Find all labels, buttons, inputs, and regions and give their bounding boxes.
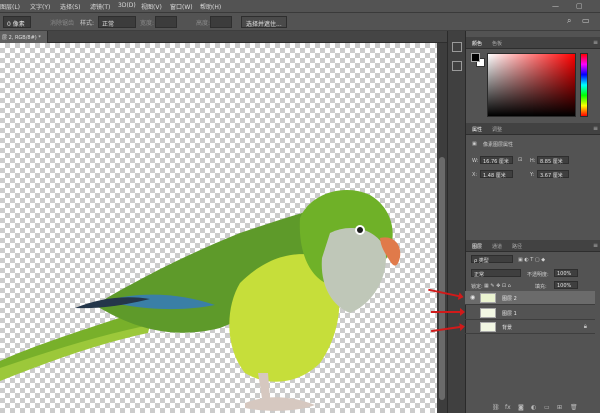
layer-name[interactable]: 图层 2 <box>502 295 517 302</box>
menu-layer[interactable]: 图层(L) <box>0 2 20 11</box>
menu-type[interactable]: 文字(Y) <box>30 2 50 11</box>
panel-menu-icon[interactable]: ≡ <box>593 39 598 46</box>
annotation-arrow <box>431 308 465 316</box>
width-value[interactable]: 16.76 厘米 <box>480 156 513 165</box>
layer-thumbnail <box>480 308 496 318</box>
tab-channels[interactable]: 通道 <box>492 243 502 250</box>
opacity-field[interactable]: 100% <box>554 269 578 277</box>
lock-label: 锁定: <box>471 284 483 290</box>
collapsed-panel-strip <box>447 31 465 413</box>
canvas[interactable] <box>0 43 437 413</box>
maximize-button[interactable]: ▢ <box>576 2 583 10</box>
blend-mode-dropdown[interactable]: 正常 <box>471 269 521 278</box>
pixel-layer-icon: ▣ <box>472 141 477 147</box>
width-label: W: <box>472 158 479 164</box>
layer-name[interactable]: 图层 1 <box>502 310 517 317</box>
document-tab[interactable]: 层 2, RGB/8#) * <box>0 31 48 43</box>
document-tab-title: 层 2, RGB/8#) * <box>2 35 41 41</box>
menu-3d[interactable]: 3D(D) <box>118 2 136 9</box>
adjustment-icon[interactable]: ◐ <box>531 404 536 411</box>
tab-properties[interactable]: 属性 <box>472 126 482 133</box>
folder-icon[interactable]: ▭ <box>544 404 550 411</box>
y-label: Y: <box>530 172 535 178</box>
color-picker-field[interactable] <box>487 53 576 117</box>
height-label: H: <box>530 158 536 164</box>
height-label: 高度: <box>196 20 211 27</box>
select-and-mask-button[interactable]: 选择并遮住... <box>241 16 287 28</box>
layer-row[interactable]: 图层 1 <box>465 306 595 320</box>
search-icon[interactable]: ⌕ <box>567 16 571 26</box>
tab-adjustments[interactable]: 调整 <box>492 126 502 133</box>
lock-icon: 🔒︎ <box>583 323 587 330</box>
tab-swatches[interactable]: 色板 <box>492 40 502 47</box>
foreground-color-swatch[interactable] <box>471 53 480 62</box>
layer-name[interactable]: 背景 <box>502 324 512 331</box>
panel-menu-icon[interactable]: ≡ <box>593 242 598 249</box>
minimize-button[interactable]: — <box>552 2 559 10</box>
layer-filter-dropdown[interactable]: ρ 类型 <box>471 255 513 264</box>
properties-panel-header: 属性 调整 ≡ <box>466 123 600 135</box>
x-value[interactable]: 1.48 厘米 <box>480 170 513 179</box>
tab-color[interactable]: 颜色 <box>472 40 482 47</box>
y-value[interactable]: 3.67 厘米 <box>537 170 569 179</box>
workspace-icon[interactable]: ▭ <box>582 16 590 25</box>
filter-icons[interactable]: ▣ ◐ T ▢ ◆ <box>518 257 545 263</box>
mask-icon[interactable]: ◙ <box>518 404 524 411</box>
height-value[interactable]: 8.85 厘米 <box>537 156 569 165</box>
lock-icons[interactable]: ▦ ✎ ✥ ⊡ ⌂ <box>484 283 511 289</box>
layer-row[interactable]: 背景 🔒︎ <box>465 320 595 334</box>
color-panel-header: 颜色 色板 ≡ <box>466 37 600 49</box>
options-bar: 0 像素 消除锯齿 样式: 正常 宽度: 高度: 选择并遮住... ⌕ ▭ <box>0 13 600 31</box>
style-label: 样式: <box>80 20 95 27</box>
menu-window[interactable]: 窗口(W) <box>170 2 193 11</box>
layer-thumbnail <box>480 293 496 303</box>
feather-field[interactable]: 0 像素 <box>3 16 31 28</box>
visibility-eye-icon[interactable]: ◉ <box>470 295 476 301</box>
hue-slider[interactable] <box>580 53 588 117</box>
menu-filter[interactable]: 滤镜(T) <box>90 2 110 11</box>
scrollbar-thumb[interactable] <box>439 157 445 400</box>
link-icon[interactable]: ⛓ <box>492 404 500 411</box>
width-label: 宽度: <box>140 20 155 27</box>
layer-thumbnail <box>480 322 496 332</box>
menu-view[interactable]: 视图(V) <box>141 2 162 11</box>
parrot-image <box>0 189 401 411</box>
properties-icon[interactable] <box>452 61 462 71</box>
x-label: X: <box>472 172 478 178</box>
document-tab-bar <box>0 31 447 43</box>
layer-row[interactable]: ◉ 图层 2 <box>465 291 595 305</box>
menu-select[interactable]: 选择(S) <box>60 2 81 11</box>
menu-help[interactable]: 帮助(H) <box>200 2 221 11</box>
layers-panel-header: 图层 通道 路径 ≡ <box>466 240 600 252</box>
menu-bar: 图层(L) 文字(Y) 选择(S) 滤镜(T) 3D(D) 视图(V) 窗口(W… <box>0 0 600 13</box>
link-icon[interactable]: ⊡ <box>518 157 522 163</box>
new-layer-icon[interactable]: ⊞ <box>557 404 562 411</box>
height-field[interactable] <box>210 16 232 28</box>
fill-field[interactable]: 100% <box>554 281 578 289</box>
properties-subtitle: 像素图层属性 <box>483 142 514 148</box>
fill-label: 填充: <box>535 284 547 290</box>
trash-icon[interactable]: 🗑︎ <box>570 404 578 411</box>
width-field[interactable] <box>155 16 177 28</box>
panel-menu-icon[interactable]: ≡ <box>593 125 598 132</box>
tab-paths[interactable]: 路径 <box>512 243 522 250</box>
style-dropdown[interactable]: 正常 <box>98 16 136 28</box>
tab-layers[interactable]: 图层 <box>472 243 482 250</box>
history-icon[interactable] <box>452 42 462 52</box>
antialias-checkbox-label[interactable]: 消除锯齿 <box>50 18 74 27</box>
fx-icon[interactable]: fx <box>505 404 511 411</box>
opacity-label: 不透明度: <box>527 272 549 278</box>
